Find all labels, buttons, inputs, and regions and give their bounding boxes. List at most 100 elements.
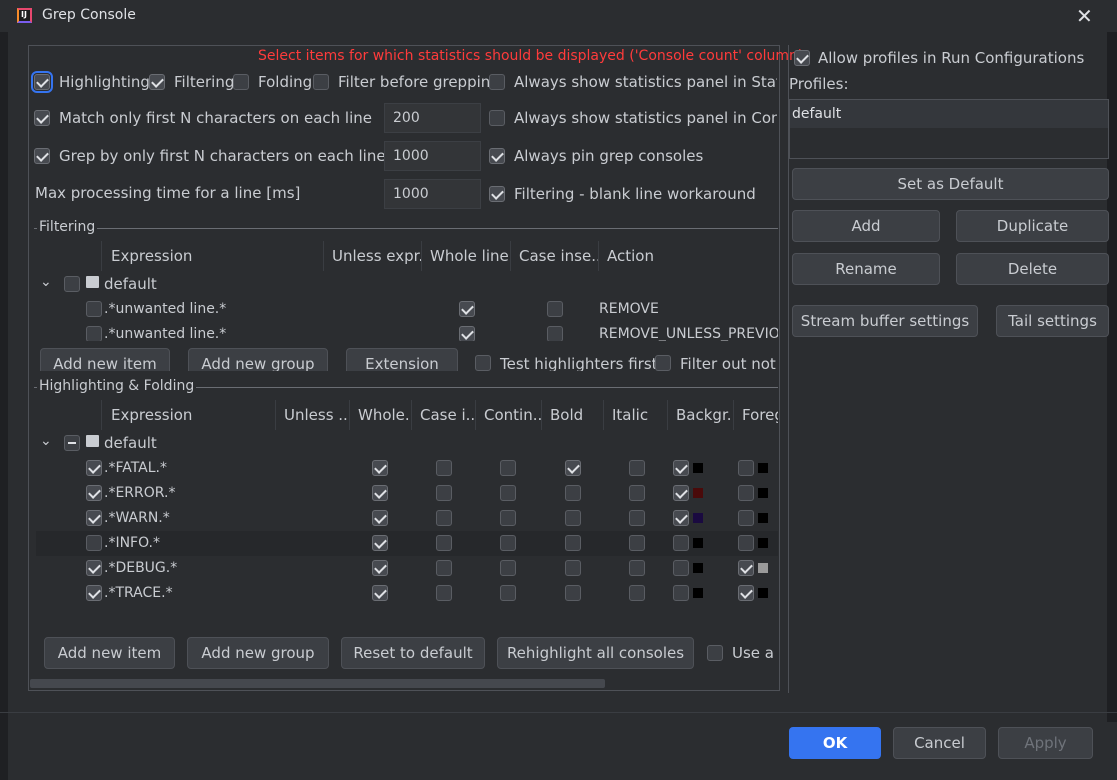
col-whole[interactable]: Whole... bbox=[350, 400, 412, 430]
profile-item-default[interactable]: default bbox=[790, 100, 1108, 128]
background-color-swatch[interactable] bbox=[693, 463, 703, 473]
profiles-list[interactable]: default bbox=[789, 99, 1109, 159]
col-italic[interactable]: Italic bbox=[604, 400, 668, 430]
extension-button[interactable]: Extension bbox=[346, 348, 458, 371]
whole-line-checkbox[interactable] bbox=[372, 535, 388, 551]
group-enabled-checkbox[interactable] bbox=[64, 276, 80, 292]
background-color-swatch[interactable] bbox=[693, 488, 703, 498]
table-row[interactable]: .*unwanted line.* REMOVE bbox=[36, 297, 778, 322]
allow-profiles-checkbox[interactable] bbox=[794, 50, 810, 66]
rename-profile-button[interactable]: Rename bbox=[792, 253, 940, 285]
row-enabled-checkbox[interactable] bbox=[86, 535, 102, 551]
grep-first-n-checkbox[interactable] bbox=[34, 148, 50, 164]
group-enabled-checkbox[interactable] bbox=[64, 435, 80, 451]
set-as-default-button[interactable]: Set as Default bbox=[792, 168, 1109, 200]
foreground-checkbox[interactable] bbox=[738, 585, 754, 601]
match-first-n-checkbox[interactable] bbox=[34, 110, 50, 126]
horizontal-scrollbar[interactable] bbox=[30, 679, 605, 688]
rehighlight-all-button[interactable]: Rehighlight all consoles bbox=[497, 637, 694, 669]
match-first-n-field[interactable]: 200 bbox=[384, 103, 481, 133]
table-row[interactable]: .*TRACE.* bbox=[36, 581, 778, 606]
whole-line-checkbox[interactable] bbox=[372, 460, 388, 476]
background-checkbox[interactable] bbox=[673, 535, 689, 551]
grep-first-n-field[interactable]: 1000 bbox=[384, 141, 481, 171]
use-a-p-checkbox[interactable] bbox=[707, 645, 723, 661]
bold-checkbox[interactable] bbox=[565, 485, 581, 501]
always-pin-checkbox[interactable] bbox=[489, 148, 505, 164]
col-action[interactable]: Action bbox=[599, 241, 778, 271]
bold-checkbox[interactable] bbox=[565, 510, 581, 526]
bold-checkbox[interactable] bbox=[565, 460, 581, 476]
foreground-color-swatch[interactable] bbox=[758, 488, 768, 498]
col-case[interactable]: Case i... bbox=[412, 400, 476, 430]
bold-checkbox[interactable] bbox=[565, 535, 581, 551]
bold-checkbox[interactable] bbox=[565, 585, 581, 601]
cancel-button[interactable]: Cancel bbox=[893, 727, 986, 759]
col-unless[interactable]: Unless ... bbox=[276, 400, 350, 430]
continue-matching-checkbox[interactable] bbox=[500, 485, 516, 501]
row-enabled-checkbox[interactable] bbox=[86, 585, 102, 601]
foreground-checkbox[interactable] bbox=[738, 535, 754, 551]
background-checkbox[interactable] bbox=[673, 560, 689, 576]
case-insensitive-checkbox[interactable] bbox=[436, 510, 452, 526]
filter-add-group-button[interactable]: Add new group bbox=[188, 348, 328, 371]
whole-line-checkbox[interactable] bbox=[372, 485, 388, 501]
table-row[interactable]: .*FATAL.* bbox=[36, 456, 778, 481]
case-insensitive-checkbox[interactable] bbox=[547, 301, 563, 317]
continue-matching-checkbox[interactable] bbox=[500, 535, 516, 551]
whole-line-checkbox[interactable] bbox=[372, 560, 388, 576]
row-enabled-checkbox[interactable] bbox=[86, 460, 102, 476]
foreground-checkbox[interactable] bbox=[738, 460, 754, 476]
test-highlighters-checkbox[interactable] bbox=[475, 355, 491, 371]
add-profile-button[interactable]: Add bbox=[792, 210, 940, 242]
case-insensitive-checkbox[interactable] bbox=[436, 535, 452, 551]
blank-line-workaround-checkbox[interactable] bbox=[489, 186, 505, 202]
stats-status-bar-checkbox[interactable] bbox=[489, 74, 505, 90]
filter-out-checkbox[interactable] bbox=[655, 355, 671, 371]
table-row[interactable]: .*unwanted line.* REMOVE_UNLESS_PREVIOU bbox=[36, 322, 778, 341]
apply-button[interactable]: Apply bbox=[998, 727, 1093, 759]
col-expression[interactable]: Expression bbox=[102, 400, 276, 430]
foreground-checkbox[interactable] bbox=[738, 485, 754, 501]
foreground-checkbox[interactable] bbox=[738, 560, 754, 576]
italic-checkbox[interactable] bbox=[629, 535, 645, 551]
highlight-group-row[interactable]: ⌄ default bbox=[36, 431, 778, 456]
highlighting-checkbox[interactable] bbox=[31, 71, 53, 93]
reset-to-default-button[interactable]: Reset to default bbox=[341, 637, 485, 669]
row-enabled-checkbox[interactable] bbox=[86, 485, 102, 501]
background-checkbox[interactable] bbox=[673, 460, 689, 476]
table-row[interactable]: .*WARN.* bbox=[36, 506, 778, 531]
continue-matching-checkbox[interactable] bbox=[500, 585, 516, 601]
filter-group-row[interactable]: ⌄ default bbox=[36, 272, 778, 297]
foreground-color-swatch[interactable] bbox=[758, 563, 768, 573]
filtering-checkbox[interactable] bbox=[149, 74, 165, 90]
whole-line-checkbox[interactable] bbox=[372, 585, 388, 601]
whole-line-checkbox[interactable] bbox=[459, 301, 475, 317]
col-background[interactable]: Backgr... bbox=[668, 400, 734, 430]
background-color-swatch[interactable] bbox=[693, 588, 703, 598]
folding-checkbox[interactable] bbox=[233, 74, 249, 90]
foreground-color-swatch[interactable] bbox=[758, 538, 768, 548]
stream-buffer-settings-button[interactable]: Stream buffer settings bbox=[792, 305, 978, 337]
close-icon[interactable]: ✕ bbox=[1076, 4, 1093, 28]
case-insensitive-checkbox[interactable] bbox=[436, 560, 452, 576]
stats-console-checkbox[interactable] bbox=[489, 110, 505, 126]
italic-checkbox[interactable] bbox=[629, 510, 645, 526]
case-insensitive-checkbox[interactable] bbox=[436, 485, 452, 501]
whole-line-checkbox[interactable] bbox=[459, 326, 475, 341]
background-checkbox[interactable] bbox=[673, 585, 689, 601]
foreground-color-swatch[interactable] bbox=[758, 588, 768, 598]
table-row[interactable]: .*ERROR.* bbox=[36, 481, 778, 506]
table-row[interactable]: .*INFO.* bbox=[36, 531, 778, 556]
delete-profile-button[interactable]: Delete bbox=[956, 253, 1109, 285]
col-continue[interactable]: Contin... bbox=[476, 400, 542, 430]
continue-matching-checkbox[interactable] bbox=[500, 460, 516, 476]
row-enabled-checkbox[interactable] bbox=[86, 560, 102, 576]
col-foreground[interactable]: Foreg bbox=[734, 400, 778, 430]
hl-add-group-button[interactable]: Add new group bbox=[187, 637, 329, 669]
foreground-color-swatch[interactable] bbox=[758, 513, 768, 523]
case-insensitive-checkbox[interactable] bbox=[547, 326, 563, 341]
row-enabled-checkbox[interactable] bbox=[86, 326, 102, 341]
col-bold[interactable]: Bold bbox=[542, 400, 604, 430]
case-insensitive-checkbox[interactable] bbox=[436, 585, 452, 601]
